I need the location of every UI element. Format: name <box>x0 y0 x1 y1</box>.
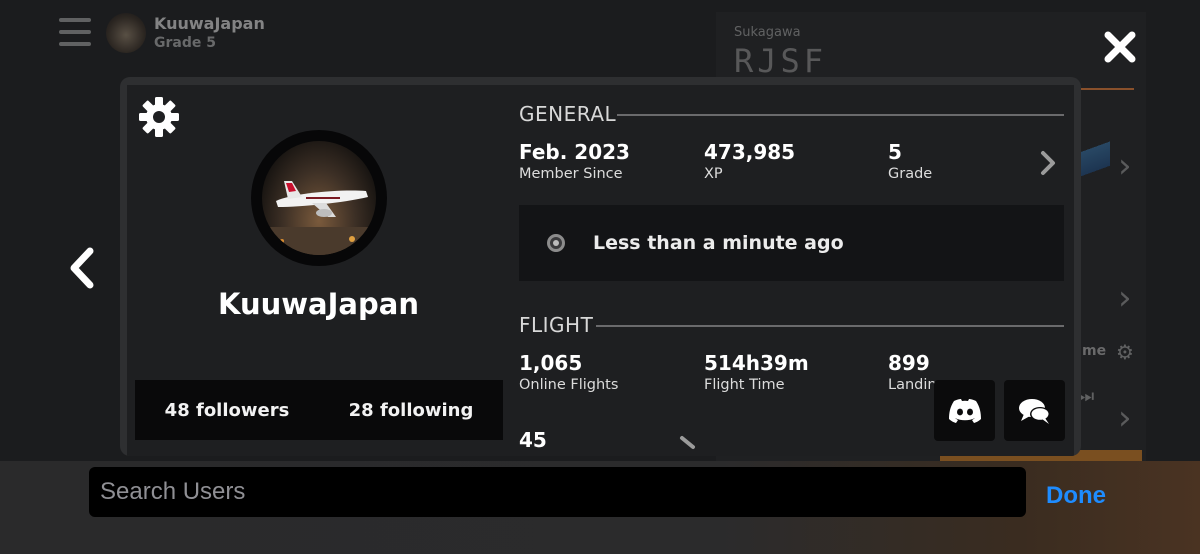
stat-value: 473,985 <box>704 140 796 164</box>
discord-icon <box>948 398 981 423</box>
gear-icon <box>139 97 179 137</box>
section-title-general: GENERAL <box>519 102 617 126</box>
bg-accent-line <box>1080 88 1134 90</box>
follow-stats: 48 followers 28 following <box>135 380 503 440</box>
stat-label: Landin <box>888 377 937 393</box>
chevron-left-icon <box>70 247 94 289</box>
stat-value: 45 <box>519 428 547 452</box>
stat-label: Grade <box>888 166 933 182</box>
profile-card: KuuwaJapan 48 followers 28 following GEN… <box>127 85 1074 456</box>
divider <box>596 325 1064 327</box>
bg-plane-tail <box>1080 120 1110 190</box>
followers-button[interactable]: 48 followers <box>135 400 319 421</box>
bg-avatar <box>106 13 146 53</box>
bg-airport-code: RJSF <box>734 42 828 80</box>
status-dot-icon <box>547 234 565 252</box>
chevron-right-icon: › <box>1118 398 1132 438</box>
stat-value: 899 <box>888 351 930 375</box>
avatar <box>251 130 387 266</box>
section-title-flight: FLIGHT <box>519 313 594 337</box>
profile-name: KuuwaJapan <box>218 287 419 321</box>
chat-bubbles-icon <box>1018 398 1050 424</box>
chevron-right-icon: › <box>1118 146 1132 186</box>
stat-landings: 899 Landin <box>888 351 937 393</box>
stat-value: Feb. 2023 <box>519 140 630 164</box>
divider <box>617 114 1064 116</box>
bg-airport-name: Sukagawa <box>734 25 801 40</box>
close-button[interactable] <box>1100 27 1140 67</box>
chevron-right-icon: › <box>1118 278 1132 318</box>
bg-partial-label: me <box>1082 343 1107 359</box>
stat-xp: 473,985 XP <box>704 140 795 182</box>
stat-partial: 45 <box>519 428 547 454</box>
gear-icon: ⚙ <box>1116 340 1134 364</box>
back-button[interactable] <box>64 245 100 291</box>
profile-modal: KuuwaJapan 48 followers 28 following GEN… <box>120 77 1081 456</box>
discord-button[interactable] <box>934 380 995 441</box>
bg-user-grade: Grade 5 <box>154 35 216 51</box>
following-button[interactable]: 28 following <box>319 400 503 421</box>
stat-label: Member Since <box>519 166 623 182</box>
status-text: Less than a minute ago <box>593 232 844 254</box>
stat-grade: 5 Grade <box>888 140 932 182</box>
stat-label: Flight Time <box>704 377 785 393</box>
last-seen-status: Less than a minute ago <box>519 205 1064 281</box>
avatar-photo <box>262 141 376 255</box>
airplane-photo-icon <box>262 181 376 255</box>
stat-member-since: Feb. 2023 Member Since <box>519 140 630 182</box>
done-button[interactable]: Done <box>1046 482 1106 510</box>
more-arrow-icon <box>679 435 699 455</box>
stat-value: 514h39m <box>704 351 809 375</box>
stat-label: XP <box>704 166 723 182</box>
stat-flight-time: 514h39m Flight Time <box>704 351 809 393</box>
stat-value: 5 <box>888 140 902 164</box>
settings-button[interactable] <box>138 96 180 138</box>
chevron-right-icon <box>1041 151 1055 175</box>
stat-value: 1,065 <box>519 351 583 375</box>
search-input[interactable] <box>89 467 1026 517</box>
bg-user-name: KuuwaJapan <box>154 14 265 33</box>
stat-label: Online Flights <box>519 377 619 393</box>
menu-icon <box>59 18 91 48</box>
close-icon <box>1104 31 1136 63</box>
stat-online-flights: 1,065 Online Flights <box>519 351 618 393</box>
general-details-button[interactable] <box>1037 148 1059 178</box>
chat-button[interactable] <box>1004 380 1065 441</box>
